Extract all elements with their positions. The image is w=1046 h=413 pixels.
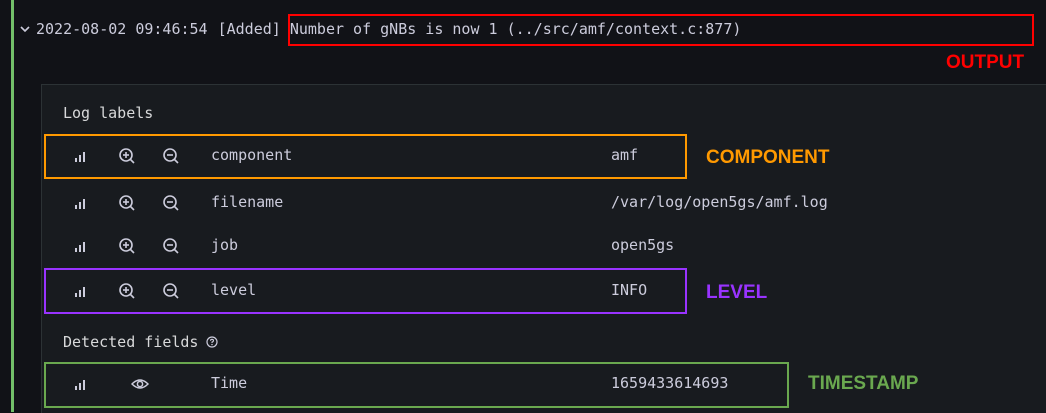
level-annotation: LEVEL <box>706 282 768 303</box>
log-labels-title-text: Log labels <box>63 104 154 122</box>
zoom-in-icon[interactable] <box>118 194 136 212</box>
stats-icon[interactable] <box>74 239 88 253</box>
label-row-filename: filename /var/log/open5gs/amf.log <box>41 183 1046 223</box>
zoom-out-icon[interactable] <box>162 194 180 212</box>
log-labels-title: Log labels <box>63 104 153 122</box>
log-timestamp: 2022-08-02 09:46:54 <box>36 20 208 38</box>
help-icon[interactable] <box>206 336 219 348</box>
output-highlight-box <box>288 14 1034 46</box>
zoom-out-icon[interactable] <box>162 237 180 255</box>
output-annotation: OUTPUT <box>946 52 1025 73</box>
label-row-job: job open5gs <box>41 226 1046 266</box>
label-value: open5gs <box>611 236 675 254</box>
timestamp-highlight-box <box>44 362 789 408</box>
component-highlight-box <box>44 134 687 179</box>
stats-icon[interactable] <box>74 196 88 210</box>
label-key: job <box>211 236 239 254</box>
detected-fields-title-text: Detected fields <box>63 333 199 351</box>
component-annotation: COMPONENT <box>706 147 830 168</box>
level-highlight-box <box>44 268 687 314</box>
log-level-indicator <box>11 0 14 412</box>
label-key: filename <box>211 193 284 211</box>
chevron-down-icon[interactable] <box>16 23 34 35</box>
detected-fields-title: Detected fields <box>63 333 219 351</box>
timestamp-annotation: TIMESTAMP <box>808 373 919 394</box>
zoom-in-icon[interactable] <box>118 237 136 255</box>
label-value: /var/log/open5gs/amf.log <box>611 193 828 211</box>
